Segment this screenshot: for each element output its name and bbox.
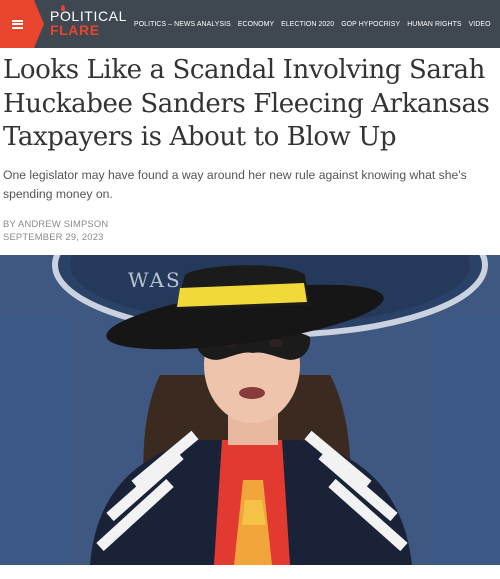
article-meta: BY ANDREW SIMPSON SEPTEMBER 29, 2023 [3, 217, 108, 243]
hamburger-icon [11, 19, 23, 29]
nav-item-video[interactable]: VIDEO [469, 21, 491, 28]
flame-icon [61, 5, 65, 11]
logo-line-1: POLITICAL [50, 8, 127, 24]
article-headline: Looks Like a Scandal Involving Sarah Huc… [3, 55, 490, 152]
menu-button[interactable] [0, 0, 44, 48]
backdrop-seal-text: WAS [128, 268, 182, 292]
logo-line-2: FLARE [50, 22, 100, 38]
featured-image: WAS [0, 255, 500, 565]
publish-date: SEPTEMBER 29, 2023 [3, 231, 104, 242]
nav-item-politics[interactable]: POLITICS – NEWS ANALYSIS [134, 21, 231, 28]
nav-item-human-rights[interactable]: HUMAN RIGHTS [407, 21, 461, 28]
article-subtitle: One legislator may have found a way arou… [3, 168, 467, 201]
main-nav: POLITICS – NEWS ANALYSIS ECONOMY ELECTIO… [134, 0, 491, 48]
site-logo[interactable]: POLITICAL FLARE [50, 5, 127, 39]
nav-item-gop-hypocrisy[interactable]: GOP HYPOCRISY [341, 21, 400, 28]
nav-item-economy[interactable]: ECONOMY [238, 21, 274, 28]
nav-item-election-2020[interactable]: ELECTION 2020 [281, 21, 334, 28]
top-navbar: POLITICAL FLARE POLITICS – NEWS ANALYSIS… [0, 0, 500, 48]
author-byline[interactable]: BY ANDREW SIMPSON [3, 217, 108, 230]
